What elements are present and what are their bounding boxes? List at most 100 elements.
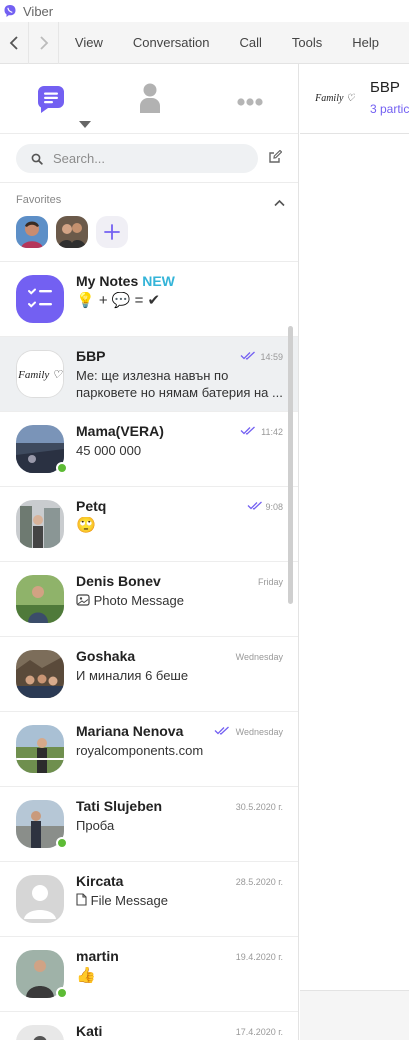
new-badge: NEW bbox=[142, 273, 175, 289]
chat-name: Goshaka bbox=[76, 648, 136, 664]
chat-item-bvr[interactable]: Family ♡ БВР 14:59 Me: ще излезна навън … bbox=[0, 337, 298, 412]
viber-logo-icon bbox=[4, 5, 16, 17]
plus-icon bbox=[104, 224, 120, 240]
avatar-photo bbox=[16, 575, 64, 623]
favorites-collapse-button[interactable] bbox=[274, 194, 285, 212]
window-title: Viber bbox=[23, 3, 54, 19]
chat-time: 11:42 bbox=[261, 427, 283, 437]
chat-item-kati[interactable]: Kati 17.4.2020 г. bbox=[0, 1012, 298, 1040]
chats-tab[interactable] bbox=[36, 84, 66, 119]
chat-name: My Notes bbox=[76, 273, 139, 289]
chat-name: Mariana Nenova bbox=[76, 723, 184, 739]
chat-item-my-notes[interactable]: My Notes NEW 💡 + 💬 = ✔ bbox=[0, 262, 298, 337]
double-check-icon bbox=[240, 426, 255, 435]
chat-time: Friday bbox=[257, 577, 283, 587]
compose-icon bbox=[269, 149, 283, 163]
online-indicator bbox=[56, 987, 68, 999]
avatar-photo bbox=[16, 725, 64, 773]
chat-item-martin[interactable]: martin 19.4.2020 г. 👍 bbox=[0, 937, 298, 1012]
chat-item-petq[interactable]: Petq 9:08 🙄 bbox=[0, 487, 298, 562]
menubar: View Conversation Call Tools Help bbox=[0, 21, 409, 64]
chat-preview: File Message bbox=[90, 893, 168, 908]
chat-preview: Me: ще излезна навън по парковете но ням… bbox=[76, 368, 283, 400]
chat-preview: И миналия 6 беше bbox=[76, 668, 189, 683]
menu-items: View Conversation Call Tools Help bbox=[75, 35, 409, 50]
add-favorite-button[interactable] bbox=[96, 216, 128, 248]
menu-tools[interactable]: Tools bbox=[292, 35, 322, 50]
chat-time: 28.5.2020 г. bbox=[235, 877, 283, 887]
sidebar-tabs bbox=[0, 64, 298, 134]
conversation-participants[interactable]: 3 partic bbox=[370, 102, 409, 116]
chat-time: 14:59 bbox=[260, 352, 283, 362]
conversation-title[interactable]: БВР bbox=[370, 79, 400, 96]
favorite-avatar[interactable] bbox=[16, 216, 48, 248]
chat-list: My Notes NEW 💡 + 💬 = ✔ Family ♡ БВР 14:59… bbox=[0, 262, 298, 1040]
chat-preview: Photo Message bbox=[93, 593, 184, 608]
default-avatar-icon bbox=[16, 875, 64, 923]
chat-item-goshaka[interactable]: Goshaka Wednesday И миналия 6 беше bbox=[0, 637, 298, 712]
person-icon bbox=[140, 83, 160, 113]
chat-preview: Проба bbox=[76, 818, 115, 833]
chat-time: 19.4.2020 г. bbox=[235, 952, 283, 962]
avatar-photo bbox=[16, 216, 48, 248]
chat-name: Mama(VERA) bbox=[76, 423, 164, 439]
notes-icon bbox=[16, 275, 64, 323]
menu-conversation[interactable]: Conversation bbox=[133, 35, 210, 50]
chat-sidebar: Favorites bbox=[0, 64, 299, 1040]
avatar bbox=[16, 275, 64, 323]
conversation-avatar[interactable]: Family ♡ bbox=[314, 86, 356, 113]
favorites-label: Favorites bbox=[16, 194, 62, 206]
chevron-left-icon bbox=[9, 35, 18, 50]
chat-name: Tati Slujeben bbox=[76, 798, 163, 814]
forward-button[interactable] bbox=[29, 21, 59, 64]
avatar bbox=[16, 1025, 64, 1040]
more-tab[interactable] bbox=[236, 94, 264, 112]
back-button[interactable] bbox=[0, 21, 30, 64]
family-logo-icon: Family ♡ bbox=[314, 93, 356, 104]
chat-list-scrollbar[interactable] bbox=[288, 326, 293, 604]
chats-dropdown[interactable] bbox=[79, 116, 91, 134]
svg-text:Family ♡: Family ♡ bbox=[17, 369, 63, 381]
compose-button[interactable] bbox=[268, 149, 283, 169]
chat-item-mariana-nenova[interactable]: Mariana Nenova Wednesday royalcomponents… bbox=[0, 712, 298, 787]
chat-name: Denis Bonev bbox=[76, 573, 161, 589]
chat-item-denis-bonev[interactable]: Denis Bonev Friday Photo Message bbox=[0, 562, 298, 637]
chat-time: 9:08 bbox=[265, 502, 283, 512]
avatar-photo bbox=[16, 650, 64, 698]
avatar bbox=[16, 725, 64, 773]
chat-time: Wednesday bbox=[235, 652, 283, 662]
chat-bubble-icon bbox=[37, 86, 64, 113]
photo-icon bbox=[76, 594, 90, 606]
chat-name: martin bbox=[76, 948, 119, 964]
chat-name: Kircata bbox=[76, 873, 124, 889]
chat-preview: royalcomponents.com bbox=[76, 743, 204, 758]
chat-item-kircata[interactable]: Kircata 28.5.2020 г. File Message bbox=[0, 862, 298, 937]
chat-preview-emoji: 👍 bbox=[76, 967, 96, 984]
chat-item-tati-slujeben[interactable]: Tati Slujeben 30.5.2020 г. Проба bbox=[0, 787, 298, 862]
avatar bbox=[16, 500, 64, 548]
search-input[interactable] bbox=[53, 151, 233, 166]
double-check-icon bbox=[214, 726, 229, 735]
avatar: Family ♡ bbox=[16, 350, 64, 398]
file-icon bbox=[76, 893, 87, 906]
menu-call[interactable]: Call bbox=[239, 35, 261, 50]
family-logo-icon: Family ♡ bbox=[17, 351, 63, 397]
more-dots-icon bbox=[237, 98, 263, 106]
search-row bbox=[0, 134, 298, 183]
conversation-header: Family ♡ БВР 3 partic bbox=[300, 64, 409, 134]
favorites-section: Favorites bbox=[0, 183, 298, 262]
favorite-avatar[interactable] bbox=[56, 216, 88, 248]
chat-time: 30.5.2020 г. bbox=[235, 802, 283, 812]
avatar bbox=[16, 575, 64, 623]
chat-name: Kati bbox=[76, 1023, 103, 1039]
avatar bbox=[16, 875, 64, 923]
avatar-photo bbox=[16, 500, 64, 548]
search-icon bbox=[31, 153, 43, 165]
chat-name: БВР bbox=[76, 348, 106, 364]
menu-help[interactable]: Help bbox=[352, 35, 379, 50]
menu-view[interactable]: View bbox=[75, 35, 103, 50]
message-composer[interactable] bbox=[300, 990, 409, 1040]
contacts-tab[interactable] bbox=[138, 82, 162, 119]
chat-item-mama-vera[interactable]: Mama(VERA) 11:42 45 000 000 bbox=[0, 412, 298, 487]
avatar bbox=[16, 650, 64, 698]
